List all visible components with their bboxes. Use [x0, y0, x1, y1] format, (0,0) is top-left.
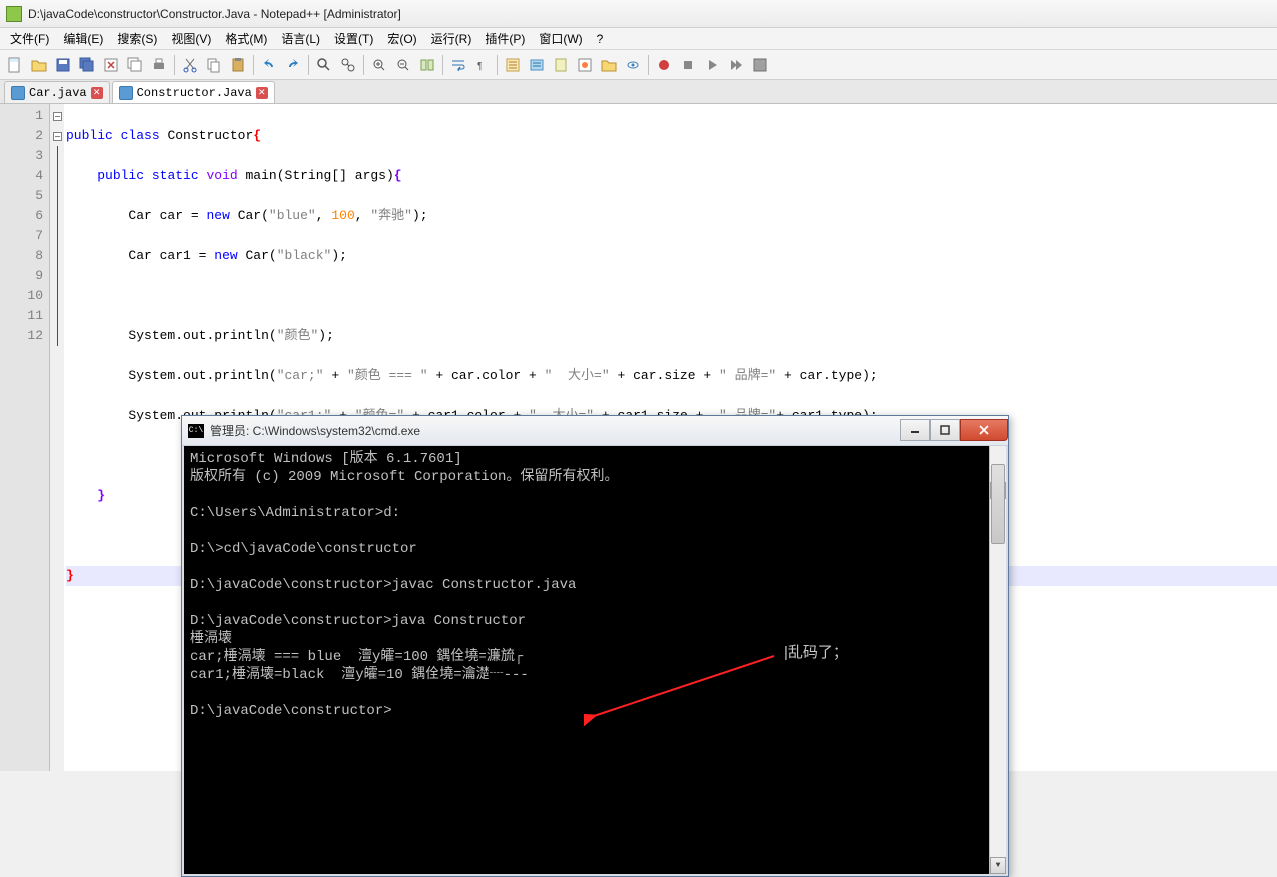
paste-icon[interactable]	[227, 54, 249, 76]
app-icon	[6, 6, 22, 22]
tab-label: Constructor.Java	[137, 86, 252, 100]
replace-icon[interactable]	[337, 54, 359, 76]
play-macro-icon[interactable]	[701, 54, 723, 76]
fold-column[interactable]	[50, 104, 64, 771]
menu-file[interactable]: 文件(F)	[4, 28, 55, 49]
cmd-line: 版权所有 (c) 2009 Microsoft Corporation。保留所有…	[190, 469, 618, 485]
folder-icon[interactable]	[598, 54, 620, 76]
undo-icon[interactable]	[258, 54, 280, 76]
cmd-line: 棰滆壊	[190, 631, 232, 647]
cmd-title: 管理员: C:\Windows\system32\cmd.exe	[210, 422, 420, 439]
cmd-window-buttons	[900, 420, 1008, 442]
window-title: D:\javaCode\constructor\Constructor.Java…	[28, 7, 401, 21]
redo-icon[interactable]	[282, 54, 304, 76]
cmd-line: D:\javaCode\constructor>	[190, 703, 392, 719]
app-titlebar: D:\javaCode\constructor\Constructor.Java…	[0, 0, 1277, 28]
show-all-chars-icon[interactable]: ¶	[471, 54, 493, 76]
cmd-scrollbar[interactable]: ▲ ▼	[989, 446, 1006, 874]
minimize-button[interactable]	[900, 419, 930, 441]
menu-search[interactable]: 搜索(S)	[111, 28, 163, 49]
copy-icon[interactable]	[203, 54, 225, 76]
annotation-arrow	[584, 646, 784, 726]
record-macro-icon[interactable]	[653, 54, 675, 76]
toolbar-separator	[363, 55, 364, 75]
sync-scroll-icon[interactable]	[416, 54, 438, 76]
cmd-line: car;棰滆壊 === blue 澶у皬=100 鍝佺墝=濂旈┌	[190, 649, 523, 665]
word-wrap-icon[interactable]	[447, 54, 469, 76]
close-all-icon[interactable]	[124, 54, 146, 76]
scroll-thumb[interactable]	[991, 464, 1005, 544]
menu-language[interactable]: 语言(L)	[275, 28, 326, 49]
menu-format[interactable]: 格式(M)	[219, 28, 273, 49]
tab-constructor-java[interactable]: Constructor.Java ✕	[112, 81, 275, 103]
document-icon	[119, 86, 133, 100]
cmd-line: D:\javaCode\constructor>javac Constructo…	[190, 577, 576, 593]
cmd-line: Microsoft Windows [版本 6.1.7601]	[190, 451, 462, 467]
zoom-out-icon[interactable]	[392, 54, 414, 76]
tab-close-icon[interactable]: ✕	[91, 87, 103, 99]
cmd-line: D:\>cd\javaCode\constructor	[190, 541, 417, 557]
find-icon[interactable]	[313, 54, 335, 76]
menu-edit[interactable]: 编辑(E)	[57, 28, 109, 49]
save-macro-icon[interactable]	[749, 54, 771, 76]
cmd-icon: C:\	[188, 424, 204, 438]
close-button[interactable]	[960, 419, 1008, 441]
toolbar-separator	[308, 55, 309, 75]
monitor-icon[interactable]	[622, 54, 644, 76]
open-file-icon[interactable]	[28, 54, 50, 76]
zoom-in-icon[interactable]	[368, 54, 390, 76]
scroll-down-icon[interactable]: ▼	[990, 857, 1006, 874]
menubar: 文件(F) 编辑(E) 搜索(S) 视图(V) 格式(M) 语言(L) 设置(T…	[0, 28, 1277, 50]
save-icon[interactable]	[52, 54, 74, 76]
stop-macro-icon[interactable]	[677, 54, 699, 76]
indent-guide-icon[interactable]	[502, 54, 524, 76]
cmd-line: C:\Users\Administrator>d:	[190, 505, 400, 521]
print-icon[interactable]	[148, 54, 170, 76]
menu-view[interactable]: 视图(V)	[165, 28, 217, 49]
menu-plugins[interactable]: 插件(P)	[479, 28, 531, 49]
editor-area[interactable]: 1234 5678 9101112 public class Construct…	[0, 104, 1277, 771]
toolbar-separator	[442, 55, 443, 75]
maximize-button[interactable]	[930, 419, 960, 441]
line-number-gutter: 1234 5678 9101112	[0, 104, 50, 771]
cmd-titlebar[interactable]: C:\ 管理员: C:\Windows\system32\cmd.exe	[182, 416, 1008, 446]
menu-help[interactable]: ?	[591, 30, 610, 48]
cmd-line: D:\javaCode\constructor>java Constructor	[190, 613, 526, 629]
tab-label: Car.java	[29, 86, 87, 100]
toolbar-separator	[174, 55, 175, 75]
toolbar-separator	[497, 55, 498, 75]
toolbar-separator	[253, 55, 254, 75]
cmd-line: car1;棰滆壊=black 澶у皬=10 鍝佺墝=瀹濋┈---	[190, 667, 529, 683]
menu-window[interactable]: 窗口(W)	[533, 28, 588, 49]
document-icon	[11, 86, 25, 100]
close-icon[interactable]	[100, 54, 122, 76]
toolbar: ¶	[0, 50, 1277, 80]
user-lang-icon[interactable]	[526, 54, 548, 76]
cmd-window[interactable]: C:\ 管理员: C:\Windows\system32\cmd.exe Mic…	[181, 415, 1009, 877]
annotation-label: |乱码了；	[784, 644, 848, 662]
tab-bar: Car.java ✕ Constructor.Java ✕	[0, 80, 1277, 104]
play-multi-icon[interactable]	[725, 54, 747, 76]
menu-settings[interactable]: 设置(T)	[328, 28, 379, 49]
doc-map-icon[interactable]	[550, 54, 572, 76]
menu-macro[interactable]: 宏(O)	[381, 28, 422, 49]
svg-text:¶: ¶	[477, 61, 482, 72]
new-file-icon[interactable]	[4, 54, 26, 76]
tab-close-icon[interactable]: ✕	[256, 87, 268, 99]
cmd-output[interactable]: Microsoft Windows [版本 6.1.7601] 版权所有 (c)…	[182, 446, 1008, 876]
cut-icon[interactable]	[179, 54, 201, 76]
menu-run[interactable]: 运行(R)	[425, 28, 478, 49]
tab-car-java[interactable]: Car.java ✕	[4, 81, 110, 103]
toolbar-separator	[648, 55, 649, 75]
func-list-icon[interactable]	[574, 54, 596, 76]
save-all-icon[interactable]	[76, 54, 98, 76]
